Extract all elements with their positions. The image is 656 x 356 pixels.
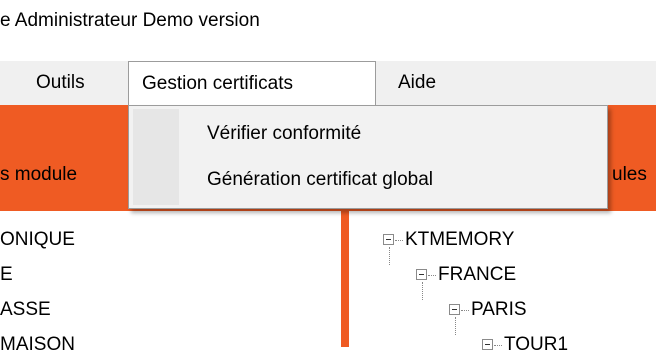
tree-connector (428, 275, 436, 276)
gestion-certificats-dropdown: Vérifier conformité Génération certifica… (128, 105, 608, 209)
band-label-right: ules (612, 164, 647, 185)
band-label-left: s module (0, 164, 78, 185)
list-item[interactable]: MAISON (0, 334, 75, 356)
menu-item-generation-certificat[interactable]: Génération certificat global (207, 168, 433, 192)
window-title: e Administrateur Demo version (0, 10, 260, 31)
menu-gestion-certificats[interactable]: Gestion certificats (128, 61, 376, 106)
menu-aide[interactable]: Aide (388, 61, 446, 105)
tree-connector (422, 282, 423, 300)
collapse-icon[interactable] (449, 304, 460, 315)
tree-node-label: PARIS (471, 299, 527, 320)
tree-connector (455, 317, 456, 335)
menu-item-verifier-conformite[interactable]: Vérifier conformité (207, 122, 361, 146)
tree-node-label: TOUR1 (504, 334, 569, 355)
menu-icon-strip (133, 109, 179, 205)
menu-outils[interactable]: Outils (26, 61, 95, 105)
tree-connector (461, 310, 469, 311)
menu-bar: Outils Gestion certificats Aide (0, 61, 656, 106)
left-list-panel: ONIQUE E ASSE MAISON (0, 211, 345, 355)
tree-node-label: FRANCE (438, 264, 517, 285)
tree-connector (494, 345, 502, 346)
tree-node-label: KTMEMORY (405, 229, 515, 250)
tree-connector (395, 240, 403, 241)
list-item[interactable]: ASSE (0, 299, 51, 321)
collapse-icon[interactable] (383, 234, 394, 245)
list-item[interactable]: ONIQUE (0, 229, 75, 251)
collapse-icon[interactable] (482, 339, 493, 350)
tree-connector (389, 247, 390, 265)
tree-panel: KTMEMORY FRANCE PARIS TOUR1 (345, 211, 656, 355)
list-item[interactable]: E (0, 264, 13, 286)
collapse-icon[interactable] (416, 269, 427, 280)
